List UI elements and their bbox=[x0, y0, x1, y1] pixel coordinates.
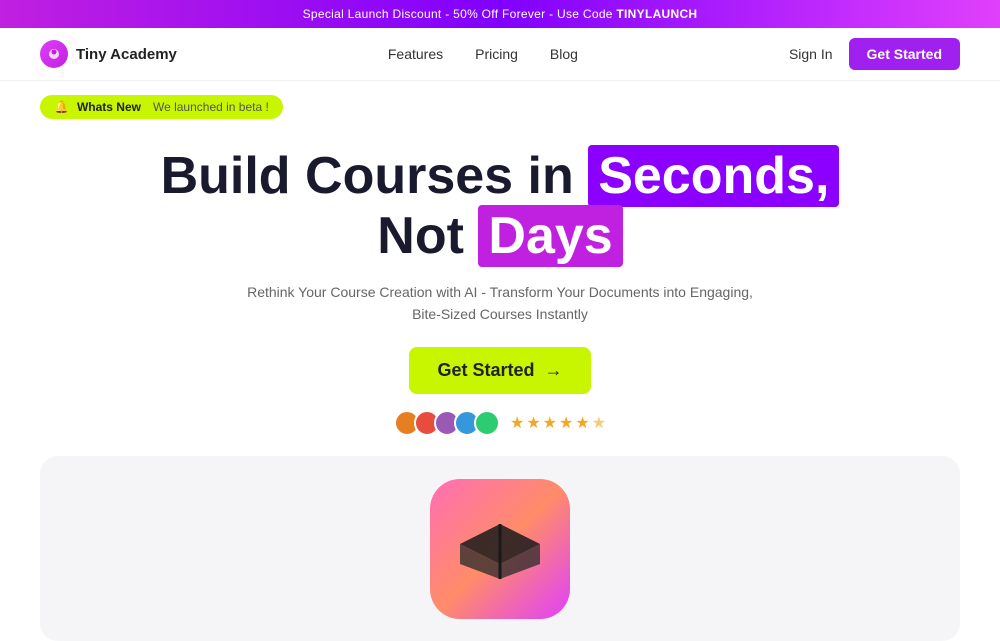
get-started-hero-button[interactable]: Get Started → bbox=[409, 347, 590, 394]
hero-title-highlight2: Days bbox=[478, 205, 622, 267]
arrow-icon: → bbox=[545, 360, 563, 381]
sign-in-button[interactable]: Sign In bbox=[789, 46, 833, 62]
badge-label: Whats New bbox=[77, 100, 141, 114]
app-icon bbox=[430, 479, 570, 619]
avatars bbox=[394, 410, 500, 436]
whats-new-description: We launched in beta ! bbox=[153, 100, 269, 114]
hero-title-highlight1: Seconds, bbox=[588, 145, 839, 207]
logo-text: Tiny Academy bbox=[76, 46, 177, 63]
star-1: ★ bbox=[510, 413, 524, 433]
top-banner: Special Launch Discount - 50% Off Foreve… bbox=[0, 0, 1000, 28]
preview-section bbox=[40, 456, 960, 641]
whats-new-badge[interactable]: 🔔 Whats New We launched in beta ! bbox=[40, 95, 283, 119]
nav-actions: Sign In Get Started bbox=[789, 38, 960, 70]
get-started-nav-button[interactable]: Get Started bbox=[849, 38, 960, 70]
whats-new-bar: 🔔 Whats New We launched in beta ! bbox=[0, 81, 1000, 119]
logo-icon bbox=[40, 40, 68, 68]
promo-code: TINYLAUNCH bbox=[616, 7, 697, 21]
star-half: ★ bbox=[592, 413, 606, 433]
navbar: Tiny Academy Features Pricing Blog Sign … bbox=[0, 28, 1000, 81]
nav-features[interactable]: Features bbox=[388, 46, 443, 62]
bell-icon: 🔔 bbox=[54, 100, 69, 114]
hero-title-part1: Build Courses in bbox=[161, 147, 589, 205]
star-2: ★ bbox=[526, 413, 540, 433]
social-proof: ★ ★ ★ ★ ★ ★ bbox=[40, 410, 960, 436]
hero-section: Build Courses in Seconds, Not Days Rethi… bbox=[0, 119, 1000, 436]
stars: ★ ★ ★ ★ ★ ★ bbox=[510, 413, 606, 433]
nav-blog[interactable]: Blog bbox=[550, 46, 578, 62]
star-3: ★ bbox=[543, 413, 557, 433]
nav-logo[interactable]: Tiny Academy bbox=[40, 40, 177, 68]
banner-text: Special Launch Discount - 50% Off Foreve… bbox=[303, 7, 617, 21]
nav-pricing[interactable]: Pricing bbox=[475, 46, 518, 62]
star-4: ★ bbox=[559, 413, 573, 433]
nav-links: Features Pricing Blog bbox=[388, 46, 578, 62]
avatar-5 bbox=[474, 410, 500, 436]
hero-title: Build Courses in Seconds, Not Days bbox=[40, 147, 960, 267]
get-started-label: Get Started bbox=[437, 360, 534, 381]
hero-title-part2: Not bbox=[377, 207, 478, 265]
hero-subtitle: Rethink Your Course Creation with AI - T… bbox=[240, 281, 760, 326]
star-5: ★ bbox=[575, 413, 589, 433]
